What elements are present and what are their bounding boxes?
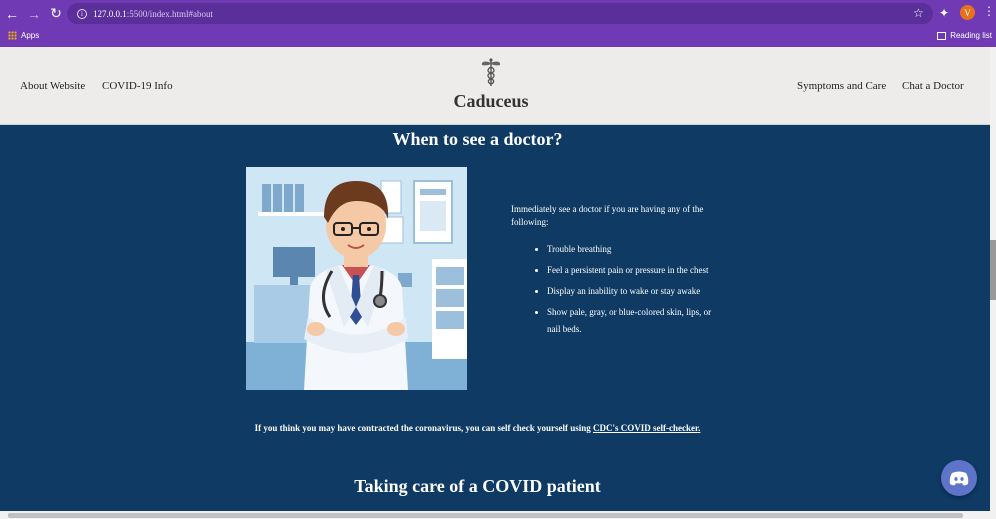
discord-icon — [949, 471, 969, 485]
cdc-selfchecker-link[interactable]: CDC's COVID self-checker. — [593, 423, 700, 433]
doctor-advice: Immediately see a doctor if you are havi… — [511, 203, 721, 342]
browser-menu-icon[interactable]: ⋮ — [983, 4, 995, 19]
list-item: Display an inability to wake or stay awa… — [547, 283, 721, 300]
back-icon[interactable]: ← — [2, 4, 22, 24]
reload-icon[interactable]: ↻ — [46, 4, 66, 24]
bookmark-star-icon[interactable]: ☆ — [913, 6, 924, 21]
list-item: Feel a persistent pain or pressure in th… — [547, 262, 721, 279]
reading-list[interactable]: Reading list — [937, 31, 992, 40]
profile-avatar[interactable]: V — [960, 5, 975, 20]
nav-chat-doctor[interactable]: Chat a Doctor — [902, 80, 964, 92]
horizontal-scroll-thumb[interactable] — [8, 513, 963, 518]
symptom-list: Trouble breathing Feel a persistent pain… — [547, 241, 721, 338]
caduceus-logo-icon[interactable] — [480, 57, 502, 87]
advice-intro: Immediately see a doctor if you are havi… — [511, 204, 704, 227]
list-item: Trouble breathing — [547, 241, 721, 258]
brand-name[interactable]: Caduceus — [0, 91, 982, 112]
site-header: About Website COVID-19 Info Caduceus Sym… — [0, 47, 996, 125]
section-title-when-to-see: When to see a doctor? — [392, 129, 563, 149]
reading-list-icon — [937, 31, 947, 40]
section-title-taking-care: Taking care of a COVID patient — [354, 476, 601, 496]
nav-symptoms-care[interactable]: Symptoms and Care — [797, 80, 886, 92]
reading-list-label: Reading list — [950, 31, 992, 40]
bookmark-apps[interactable]: Apps — [8, 31, 39, 40]
selfcheck-note: If you think you may have contracted the… — [0, 423, 955, 433]
address-bar[interactable]: i 127.0.0.1:5500/index.html#about — [67, 3, 933, 24]
site-info-icon[interactable]: i — [77, 8, 87, 19]
selfcheck-text: If you think you may have contracted the… — [254, 423, 593, 433]
url-host: 127.0.0.1 — [93, 8, 127, 19]
url-path: :5500/index.html#about — [126, 8, 213, 19]
list-item: Show pale, gray, or blue-colored skin, l… — [547, 304, 721, 338]
extensions-icon[interactable]: ✦ — [939, 6, 949, 21]
apps-grid-icon — [8, 31, 17, 40]
discord-chat-button[interactable] — [941, 460, 977, 496]
doctor-illustration — [246, 167, 467, 390]
forward-icon[interactable]: → — [24, 4, 44, 24]
apps-label: Apps — [21, 31, 40, 40]
bookmarks-bar: Apps Reading list — [0, 27, 996, 47]
vertical-scroll-thumb[interactable] — [990, 240, 996, 300]
